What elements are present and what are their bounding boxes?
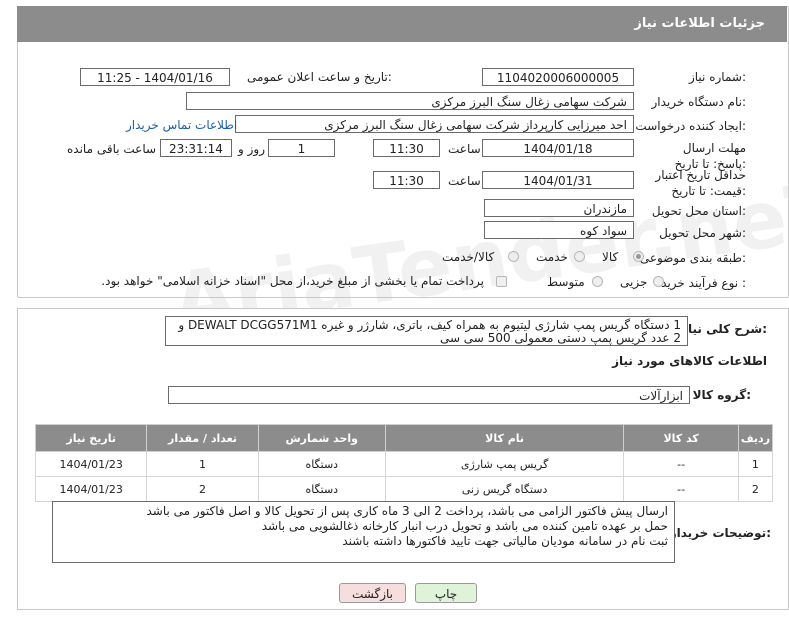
goods-table-header: ردیف کد کالا نام کالا واحد شمارش تعداد /… bbox=[34, 424, 774, 452]
col-qty: تعداد / مقدار bbox=[146, 424, 259, 452]
panel-header: جزئیات اطلاعات نیاز bbox=[17, 6, 787, 42]
category-label: طبقه بندی موضوعی: bbox=[639, 251, 746, 265]
buyer-notes-label: توضیحات خریدار: bbox=[669, 526, 771, 540]
category-option-goods-service: کالا/خدمت bbox=[442, 250, 495, 264]
days-word: روز و bbox=[238, 142, 265, 156]
goods-group-label: گروه کالا: bbox=[692, 388, 751, 402]
creator-field[interactable]: احد میرزایی کارپرداز شرکت سهامی زغال سنگ… bbox=[235, 115, 634, 133]
buyer-note-line: ارسال پیش فاکتور الزامی می باشد، پرداخت … bbox=[146, 504, 668, 518]
buyer-notes-textarea[interactable]: ارسال پیش فاکتور الزامی می باشد، پرداخت … bbox=[52, 501, 675, 563]
treasury-payment-note: پرداخت تمام یا بخشی از مبلغ خرید،از محل … bbox=[101, 274, 484, 288]
province-label: استان محل تحویل: bbox=[651, 204, 746, 218]
buyer-org-field[interactable]: شرکت سهامی زغال سنگ البرز مرکزی bbox=[186, 92, 634, 110]
col-unit: واحد شمارش bbox=[257, 424, 386, 452]
city-field[interactable]: سواد کوه bbox=[484, 221, 634, 239]
cell-code: -- bbox=[623, 476, 739, 502]
category-option-service: خدمت bbox=[536, 250, 568, 264]
col-date: تاریخ نیاز bbox=[34, 424, 148, 452]
need-number-field[interactable]: 1104020006000005 bbox=[482, 68, 634, 86]
col-row: ردیف bbox=[737, 424, 774, 452]
cell-unit: دستگاه bbox=[257, 476, 386, 502]
goods-table: ردیف کد کالا نام کالا واحد شمارش تعداد /… bbox=[34, 424, 774, 502]
reply-date-field[interactable]: 1404/01/18 bbox=[482, 139, 634, 157]
treasury-payment-checkbox[interactable] bbox=[496, 276, 507, 287]
cell-unit: دستگاه bbox=[257, 451, 386, 477]
page-title: جزئیات اطلاعات نیاز bbox=[634, 16, 765, 31]
cell-code: -- bbox=[623, 451, 739, 477]
cell-row: 2 bbox=[737, 476, 774, 502]
buyer-note-line: ثبت نام در سامانه مودیان مالیاتی جهت تای… bbox=[342, 534, 668, 548]
back-button[interactable]: بازگشت bbox=[339, 583, 406, 603]
description-textarea[interactable]: 1 دستگاه گریس پمپ شارژی لیتیوم به همراه … bbox=[165, 316, 688, 346]
col-code: کد کالا bbox=[623, 424, 739, 452]
price-time-word: ساعت bbox=[448, 174, 481, 188]
cell-date: 1404/01/23 bbox=[34, 476, 148, 502]
purchase-radio-minor[interactable] bbox=[653, 276, 664, 287]
need-number-label: شماره نیاز: bbox=[688, 70, 746, 84]
cell-qty: 2 bbox=[146, 476, 259, 502]
buyer-org-label: نام دستگاه خریدار: bbox=[651, 95, 747, 109]
purchase-option-minor: جزیی bbox=[620, 275, 648, 289]
province-field[interactable]: مازندران bbox=[484, 199, 634, 217]
reply-time-word: ساعت bbox=[448, 142, 481, 156]
purchase-type-label: نوع فرآیند خرید : bbox=[661, 276, 746, 290]
reply-time-field[interactable]: 11:30 bbox=[373, 139, 440, 157]
goods-group-field[interactable]: ابزارآلات bbox=[168, 386, 690, 404]
days-field[interactable]: 1 bbox=[268, 139, 335, 157]
category-radio-service[interactable] bbox=[574, 251, 585, 262]
col-name: نام کالا bbox=[384, 424, 625, 452]
creator-label: ایجاد کننده درخواست: bbox=[635, 119, 746, 133]
price-date-field[interactable]: 1404/01/31 bbox=[482, 171, 634, 189]
print-button[interactable]: چاپ bbox=[415, 583, 477, 603]
city-label: شهر محل تحویل: bbox=[659, 226, 746, 240]
purchase-option-medium: متوسط bbox=[547, 275, 585, 289]
announce-label: تاریخ و ساعت اعلان عمومی: bbox=[247, 70, 392, 84]
announce-datetime-field[interactable]: 1404/01/16 - 11:25 bbox=[80, 68, 230, 86]
price-validity-label: حداقل تاریخ اعتبار قیمت: تا تاریخ: bbox=[655, 168, 746, 198]
remaining-time-field[interactable]: 23:31:14 bbox=[160, 139, 232, 157]
cell-name: دستگاه گریس زنی bbox=[384, 476, 625, 502]
cell-name: گریس پمپ شارژی bbox=[384, 451, 625, 477]
cell-row: 1 bbox=[737, 451, 774, 477]
goods-section-title: اطلاعات کالاهای مورد نیاز bbox=[612, 354, 767, 368]
cell-qty: 1 bbox=[146, 451, 259, 477]
remaining-word: ساعت باقی مانده bbox=[67, 142, 157, 156]
price-time-field[interactable]: 11:30 bbox=[373, 171, 440, 189]
cell-date: 1404/01/23 bbox=[34, 451, 148, 477]
buyer-note-line: حمل بر عهده تامین کننده می باشد و تحویل … bbox=[261, 519, 668, 533]
category-radio-goods[interactable] bbox=[633, 251, 644, 262]
table-row[interactable]: 2 -- دستگاه گریس زنی دستگاه 2 1404/01/23 bbox=[34, 476, 774, 502]
purchase-radio-medium[interactable] bbox=[592, 276, 603, 287]
category-option-goods: کالا bbox=[602, 250, 619, 264]
buyer-contact-link[interactable]: اطلاعات تماس خریدار bbox=[126, 118, 237, 132]
category-radio-goods-service[interactable] bbox=[508, 251, 519, 262]
description-label: شرح کلی نیاز: bbox=[681, 322, 767, 336]
table-row[interactable]: 1 -- گریس پمپ شارژی دستگاه 1 1404/01/23 bbox=[34, 451, 774, 477]
